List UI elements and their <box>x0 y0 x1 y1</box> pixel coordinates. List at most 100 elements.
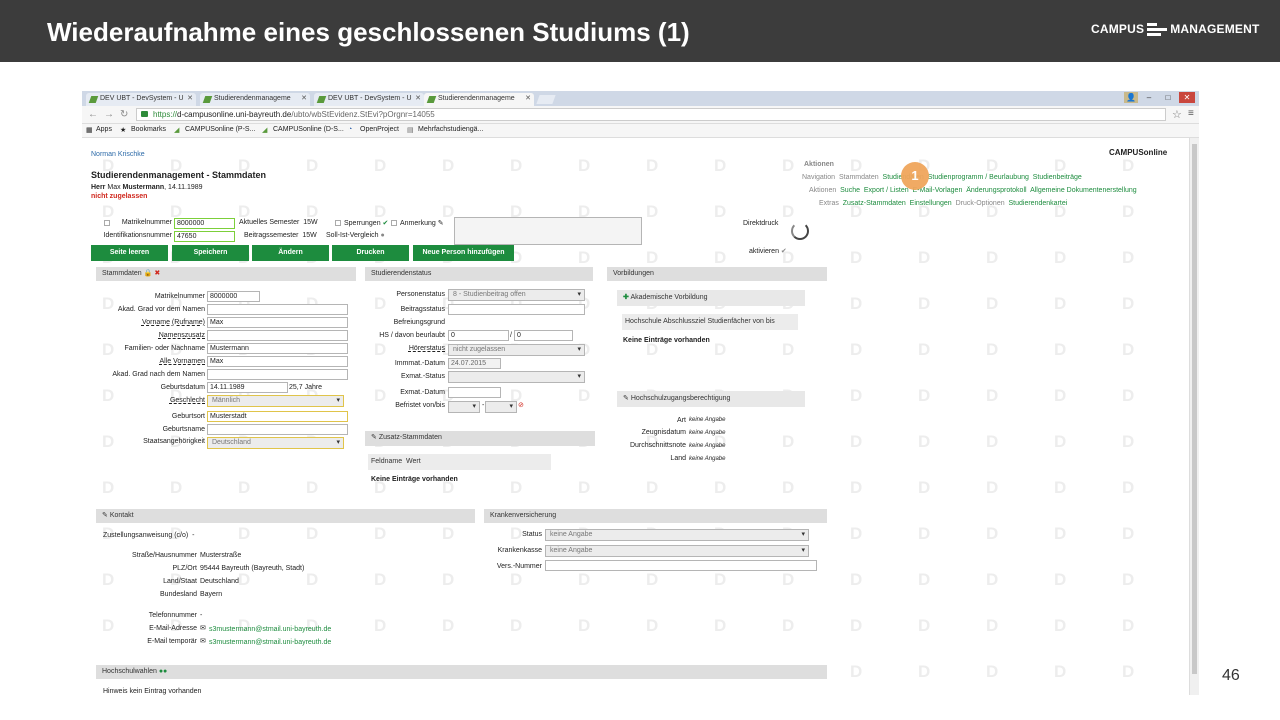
close-icon[interactable]: ✕ <box>187 94 193 102</box>
beurlaubt-field[interactable]: 0 <box>514 330 573 341</box>
hs-field[interactable]: 0 <box>448 330 509 341</box>
beitragsstatus-field[interactable] <box>448 304 585 315</box>
hochschulwahlen-hinweis: Hinweis kein Eintrag vorhanden <box>103 688 202 695</box>
reload-icon[interactable]: ↻ <box>120 109 128 120</box>
person-remove-icon[interactable]: ✖ <box>154 270 160 277</box>
scrollbar[interactable] <box>1189 138 1199 695</box>
user-profile-icon[interactable]: 👤 <box>1124 92 1138 103</box>
watermark-glyph: D <box>238 570 251 589</box>
befristet-von-select[interactable] <box>448 401 480 413</box>
watermark-glyph: D <box>646 570 659 589</box>
anmerkung-textarea[interactable] <box>454 217 642 245</box>
watermark-glyph: D <box>442 156 455 175</box>
campus-favicon-icon <box>316 96 327 103</box>
watermark-glyph: D <box>306 570 319 589</box>
action-suche[interactable]: Suche <box>840 187 860 194</box>
personenstatus-select[interactable]: 8 - Studienbeitrag offen <box>448 289 585 301</box>
label: Land/Staat <box>163 578 197 585</box>
watermark-glyph: D <box>918 478 931 497</box>
window-close-icon[interactable]: ✕ <box>1179 92 1195 103</box>
browser-tab[interactable]: DEV UBT - DevSystem - U ✕ <box>314 93 424 106</box>
action-export[interactable]: Export / Listen <box>864 187 909 194</box>
watermark-glyph: D <box>850 570 863 589</box>
versnummer-field[interactable] <box>545 560 817 571</box>
grad-nach-field[interactable] <box>207 369 348 380</box>
browser-tab[interactable]: Studierendenmanageme ✕ <box>200 93 310 106</box>
label: Geschlecht <box>169 397 205 404</box>
email-temp-link[interactable]: s3mustermann@stmail.uni-bayreuth.de <box>209 639 331 646</box>
user-name-link[interactable]: Norman Krischke <box>91 151 145 158</box>
campus-favicon-icon <box>202 96 213 103</box>
extra-einstellungen[interactable]: Einstellungen <box>910 200 952 207</box>
action-dokumentenerstellung[interactable]: Allgemeine Dokumentenerstellung <box>1030 187 1137 194</box>
matrikel-input[interactable]: 8000000 <box>174 218 235 229</box>
watermark-glyph: D <box>442 202 455 221</box>
bookmark-openproject[interactable]: OpenProject <box>360 126 399 133</box>
watermark-glyph: D <box>986 432 999 451</box>
close-icon[interactable]: ✕ <box>415 94 421 102</box>
label: Telefonnummer <box>148 612 197 619</box>
vorname-field[interactable]: Max <box>207 317 348 328</box>
exmat-datum-field[interactable] <box>448 387 501 398</box>
matrikel-label: Matrikelnummer <box>121 219 172 226</box>
extra-studierendenkartei[interactable]: Studierendenkartei <box>1009 200 1068 207</box>
speichern-button[interactable]: Speichern <box>172 245 249 261</box>
new-tab-button[interactable] <box>536 95 556 104</box>
befristet-bis-select[interactable] <box>485 401 517 413</box>
browser-tab-active[interactable]: Studierendenmanageme ✕ <box>424 93 534 106</box>
back-arrow-icon[interactable]: ← <box>88 109 98 120</box>
nav-studienprogramm[interactable]: Studienprogramm / Beurlaubung <box>928 174 1029 181</box>
email-link[interactable]: s3mustermann@stmail.uni-bayreuth.de <box>209 626 331 633</box>
geburtsdatum-field[interactable]: 14.11.1989 <box>207 382 288 393</box>
nachname-field[interactable]: Mustermann <box>207 343 348 354</box>
maximize-icon[interactable]: □ <box>1160 92 1176 103</box>
drucken-button[interactable]: Drucken <box>332 245 409 261</box>
namenszusatz-field[interactable] <box>207 330 348 341</box>
watermark-glyph: D <box>782 570 795 589</box>
geschlecht-select[interactable]: Männlich <box>207 395 344 407</box>
grad-vor-field[interactable] <box>207 304 348 315</box>
forward-arrow-icon[interactable]: → <box>104 109 114 120</box>
bookmark-campus-p[interactable]: CAMPUSonline (P-S... <box>185 126 255 133</box>
bookmark-star-icon[interactable]: ☆ <box>1172 108 1182 121</box>
checkbox[interactable] <box>335 220 341 226</box>
browser-tab[interactable]: DEV UBT - DevSystem - U ✕ <box>86 93 196 106</box>
checkbox[interactable] <box>104 220 110 226</box>
minimize-icon[interactable]: – <box>1141 92 1157 103</box>
close-icon[interactable]: ✕ <box>525 94 531 102</box>
scrollbar-thumb[interactable] <box>1192 144 1197 674</box>
geburtsname-field[interactable] <box>207 424 348 435</box>
label: Matrikelnummer <box>154 293 205 300</box>
nav-stammdaten[interactable]: Stammdaten <box>839 174 879 181</box>
alle-vornamen-field[interactable]: Max <box>207 356 348 367</box>
close-icon[interactable]: ✕ <box>301 94 307 102</box>
campus-management-logo: CAMPUS MANAGEMENT <box>1091 22 1260 36</box>
neue-person-button[interactable]: Neue Person hinzufügen <box>413 245 514 261</box>
browser-menu-icon[interactable]: ≡ <box>1188 108 1194 119</box>
checkbox[interactable] <box>391 220 397 226</box>
watermark-glyph: D <box>306 156 319 175</box>
geburtsort-field[interactable]: Musterstadt <box>207 411 348 422</box>
aendern-button[interactable]: Ändern <box>252 245 329 261</box>
kv-status-select[interactable]: keine Angabe <box>545 529 809 541</box>
bookmark-apps[interactable]: Apps <box>96 126 112 133</box>
seite-leeren-button[interactable]: Seite leeren <box>91 245 168 261</box>
bookmark-campus-d[interactable]: CAMPUSonline (D-S... <box>273 126 344 133</box>
staat-select[interactable]: Deutschland <box>207 437 344 449</box>
bookmark-mehrfach[interactable]: Mehrfachstudiengä... <box>418 126 483 133</box>
url-field[interactable]: https://d-campusonline.uni-bayreuth.de/u… <box>136 108 1166 121</box>
bookmark-bookmarks[interactable]: Bookmarks <box>131 126 166 133</box>
ident-input[interactable]: 47650 <box>174 231 235 242</box>
reset-icon[interactable]: ⊘ <box>518 401 524 409</box>
matrikel-field[interactable]: 8000000 <box>207 291 260 302</box>
plus-icon[interactable]: ✚ <box>623 294 629 301</box>
hoerstatus-select[interactable]: nicht zugelassen <box>448 344 585 356</box>
extra-druck-optionen[interactable]: Druck-Optionen <box>956 200 1005 207</box>
extra-zusatz-stammdaten[interactable]: Zusatz-Stammdaten <box>843 200 906 207</box>
nav-studienbeitraege[interactable]: Studienbeiträge <box>1033 174 1082 181</box>
krankenkasse-select[interactable]: keine Angabe <box>545 545 809 557</box>
action-aenderungsprotokoll[interactable]: Änderungsprotokoll <box>966 187 1026 194</box>
label: Geburtsdatum <box>160 384 205 391</box>
immat-field[interactable]: 24.07.2015 <box>448 358 501 369</box>
exmat-status-select[interactable] <box>448 371 585 383</box>
